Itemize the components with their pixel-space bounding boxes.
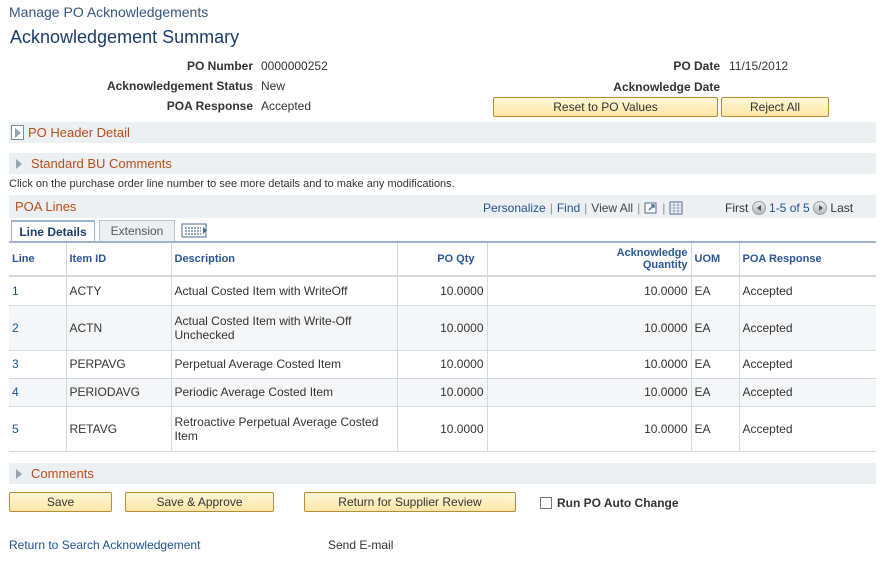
item-id-cell: RETAVG xyxy=(66,406,172,452)
poa-response-value: Accepted xyxy=(261,99,312,113)
personalize-link[interactable]: Personalize xyxy=(483,201,546,215)
item-id-cell: ACTN xyxy=(66,305,172,351)
ack-qty-cell: 10.0000 xyxy=(487,378,692,407)
po-header-detail-section[interactable]: PO Header Detail xyxy=(9,122,876,143)
po-header-detail-link[interactable]: PO Header Detail xyxy=(28,125,130,140)
expand-triangle-icon[interactable] xyxy=(16,469,22,479)
breadcrumb: Manage PO Acknowledgements xyxy=(9,4,209,20)
line-link[interactable]: 1 xyxy=(12,284,19,298)
response-cell: Accepted xyxy=(739,350,876,379)
grid-toolbar: Personalize | Find | View All | | xyxy=(483,201,683,218)
ack-qty-cell: 10.0000 xyxy=(487,350,692,379)
poa-response-label: POA Response xyxy=(166,99,253,113)
table-row: 5 RETAVG Retroactive Perpetual Average C… xyxy=(9,406,876,452)
send-email-link[interactable]: Send E-mail xyxy=(328,538,393,552)
expand-triangle-icon[interactable] xyxy=(11,125,24,140)
view-all-link[interactable]: View All xyxy=(591,201,633,215)
ack-qty-cell: 10.0000 xyxy=(487,276,692,306)
zoom-grid-icon[interactable] xyxy=(644,201,658,218)
po-qty-cell: 10.0000 xyxy=(397,406,488,452)
item-id-cell: PERIODAVG xyxy=(66,378,172,407)
return-to-search-link[interactable]: Return to Search Acknowledgement xyxy=(9,538,200,552)
page-title: Acknowledgement Summary xyxy=(10,27,240,47)
run-po-auto-change-option[interactable]: Run PO Auto Change xyxy=(540,496,679,510)
next-row-icon[interactable] xyxy=(813,201,828,215)
show-all-columns-icon[interactable] xyxy=(181,222,209,243)
item-id-cell: ACTY xyxy=(66,276,172,306)
return-supplier-review-button[interactable]: Return for Supplier Review xyxy=(304,492,516,512)
ack-qty-cell: 10.0000 xyxy=(487,305,692,351)
save-button[interactable]: Save xyxy=(9,492,112,512)
reset-to-po-values-button[interactable]: Reset to PO Values xyxy=(493,97,718,117)
response-cell: Accepted xyxy=(739,276,876,306)
po-number-label: PO Number xyxy=(186,59,253,73)
description-cell: Perpetual Average Costed Item xyxy=(171,350,398,379)
poa-lines-table: Line Item ID Description PO Qty Acknowle… xyxy=(9,243,876,452)
download-spreadsheet-icon[interactable] xyxy=(669,201,683,218)
save-approve-button[interactable]: Save & Approve xyxy=(125,492,274,512)
ack-date-label: Acknowledge Date xyxy=(613,80,720,94)
col-poa-response[interactable]: POA Response xyxy=(739,243,876,277)
uom-cell: EA xyxy=(691,406,740,452)
table-row: 2 ACTN Actual Costed Item with Write-Off… xyxy=(9,305,876,351)
description-cell: Periodic Average Costed Item xyxy=(171,378,398,407)
grid-pager: First 1-5 of 5 Last xyxy=(725,201,853,215)
col-line[interactable]: Line xyxy=(9,243,67,277)
standard-bu-comments-link[interactable]: Standard BU Comments xyxy=(31,156,172,171)
uom-cell: EA xyxy=(691,276,740,306)
response-cell: Accepted xyxy=(739,406,876,452)
col-ack-qty-line2: Quantity xyxy=(642,259,688,271)
comments-link[interactable]: Comments xyxy=(31,466,94,481)
table-row: 3 PERPAVG Perpetual Average Costed Item … xyxy=(9,350,876,379)
col-ack-qty[interactable]: Acknowledge Quantity xyxy=(487,243,692,277)
previous-row-icon[interactable] xyxy=(751,201,766,215)
range-label: 1-5 of 5 xyxy=(769,201,810,215)
line-link[interactable]: 2 xyxy=(12,321,19,335)
line-link[interactable]: 5 xyxy=(12,422,19,436)
ack-status-label: Acknowledgement Status xyxy=(106,79,253,93)
ack-status-value: New xyxy=(261,79,286,93)
item-id-cell: PERPAVG xyxy=(66,350,172,379)
description-cell: Actual Costed Item with WriteOff xyxy=(171,276,398,306)
po-qty-cell: 10.0000 xyxy=(397,350,488,379)
po-qty-cell: 10.0000 xyxy=(397,378,488,407)
line-link[interactable]: 3 xyxy=(12,357,19,371)
tab-line-details[interactable]: Line Details xyxy=(11,220,95,242)
response-cell: Accepted xyxy=(739,378,876,407)
table-row: 1 ACTY Actual Costed Item with WriteOff … xyxy=(9,276,876,306)
tab-extension[interactable]: Extension xyxy=(99,220,175,242)
po-qty-cell: 10.0000 xyxy=(397,276,488,306)
col-description[interactable]: Description xyxy=(171,243,398,277)
grid-title: POA Lines xyxy=(15,199,77,214)
ack-qty-cell: 10.0000 xyxy=(487,406,692,452)
col-ack-qty-line1: Acknowledge xyxy=(616,247,688,259)
po-date-value: 11/15/2012 xyxy=(729,59,789,73)
uom-cell: EA xyxy=(691,378,740,407)
table-row: 4 PERIODAVG Periodic Average Costed Item… xyxy=(9,378,876,407)
reject-all-button[interactable]: Reject All xyxy=(721,97,829,117)
po-date-label: PO Date xyxy=(673,59,720,73)
last-label[interactable]: Last xyxy=(830,201,853,215)
response-cell: Accepted xyxy=(739,305,876,351)
po-qty-cell: 10.0000 xyxy=(397,305,488,351)
uom-cell: EA xyxy=(691,305,740,351)
po-number-value: 0000000252 xyxy=(261,59,328,73)
col-item-id[interactable]: Item ID xyxy=(66,243,172,277)
col-uom[interactable]: UOM xyxy=(691,243,740,277)
first-label[interactable]: First xyxy=(725,201,748,215)
description-cell: Actual Costed Item with Write-Off Unchec… xyxy=(171,305,398,351)
run-po-auto-change-checkbox[interactable] xyxy=(540,497,552,509)
description-cell: Retroactive Perpetual Average Costed Ite… xyxy=(171,406,398,452)
col-po-qty[interactable]: PO Qty xyxy=(397,243,488,277)
run-po-auto-change-label: Run PO Auto Change xyxy=(557,496,679,510)
comments-section[interactable]: Comments xyxy=(9,463,876,484)
instruction-text: Click on the purchase order line number … xyxy=(9,178,455,190)
expand-triangle-icon[interactable] xyxy=(16,159,22,169)
uom-cell: EA xyxy=(691,350,740,379)
line-link[interactable]: 4 xyxy=(12,385,19,399)
standard-bu-comments-section[interactable]: Standard BU Comments xyxy=(9,153,876,174)
find-link[interactable]: Find xyxy=(557,201,580,215)
